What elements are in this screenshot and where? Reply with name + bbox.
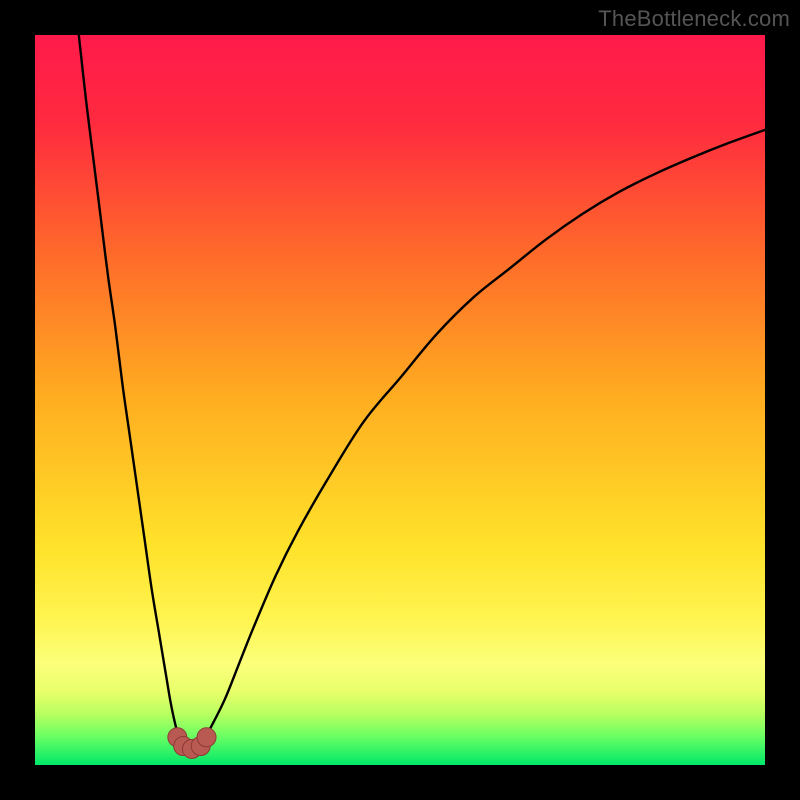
chart-frame: TheBottleneck.com xyxy=(0,0,800,800)
notch-markers xyxy=(168,728,216,759)
plot-area xyxy=(35,35,765,765)
bottleneck-curve xyxy=(35,35,765,765)
notch-marker xyxy=(197,728,216,747)
watermark-text: TheBottleneck.com xyxy=(598,6,790,32)
